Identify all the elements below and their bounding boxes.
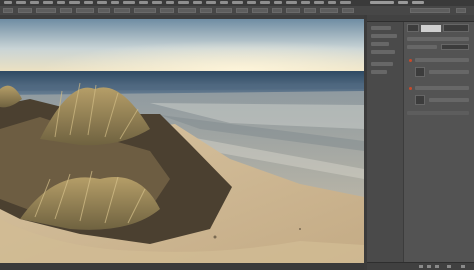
panel-field[interactable] bbox=[441, 44, 469, 50]
tool-preset-button[interactable] bbox=[3, 8, 13, 13]
menu-item[interactable] bbox=[412, 1, 424, 4]
menu-item[interactable] bbox=[193, 1, 202, 4]
menu-item[interactable] bbox=[220, 1, 228, 4]
layer-thumbnail[interactable] bbox=[421, 25, 441, 32]
layer-row[interactable] bbox=[407, 111, 469, 115]
menu-item[interactable] bbox=[286, 1, 297, 4]
menu-item[interactable] bbox=[139, 1, 148, 4]
menu-item[interactable] bbox=[232, 1, 243, 4]
option-control[interactable] bbox=[18, 8, 32, 13]
panel-icon[interactable] bbox=[371, 50, 395, 54]
option-control[interactable] bbox=[134, 8, 156, 13]
option-control[interactable] bbox=[98, 8, 110, 13]
menu-item[interactable] bbox=[301, 1, 310, 4]
menu-item[interactable] bbox=[152, 1, 162, 4]
option-control[interactable] bbox=[304, 8, 316, 13]
menu-item[interactable] bbox=[274, 1, 282, 4]
menu-item[interactable] bbox=[166, 1, 174, 4]
panel-icon[interactable] bbox=[371, 42, 389, 46]
canvas-image bbox=[0, 19, 364, 265]
menu-item[interactable] bbox=[178, 1, 189, 4]
menu-item[interactable] bbox=[57, 1, 65, 4]
panel-icon[interactable] bbox=[371, 62, 393, 66]
option-control[interactable] bbox=[320, 8, 338, 13]
menu-item[interactable] bbox=[247, 1, 256, 4]
menu-item[interactable] bbox=[398, 1, 408, 4]
menu-item[interactable] bbox=[97, 1, 107, 4]
panel-icon[interactable] bbox=[371, 34, 397, 38]
menu-item[interactable] bbox=[4, 1, 12, 4]
panel-header-field[interactable] bbox=[407, 24, 419, 32]
menu-item[interactable] bbox=[84, 1, 93, 4]
menu-item[interactable] bbox=[30, 1, 39, 4]
menu-item[interactable] bbox=[16, 1, 26, 4]
menu-item[interactable] bbox=[43, 1, 53, 4]
layer-row[interactable] bbox=[429, 98, 469, 102]
panel-footer bbox=[367, 262, 474, 270]
panel-row[interactable] bbox=[407, 37, 469, 41]
fx-icon[interactable] bbox=[419, 265, 423, 268]
layer-thumbnail[interactable] bbox=[415, 67, 425, 77]
layer-row[interactable] bbox=[415, 86, 469, 90]
menu-item[interactable] bbox=[111, 1, 119, 4]
layer-row[interactable] bbox=[415, 58, 469, 62]
option-control[interactable] bbox=[36, 8, 56, 13]
right-panel-dock bbox=[367, 15, 474, 270]
option-control[interactable] bbox=[60, 8, 72, 13]
visibility-icon[interactable] bbox=[409, 59, 412, 62]
search-icon[interactable] bbox=[456, 8, 466, 13]
option-control[interactable] bbox=[76, 8, 94, 13]
option-control[interactable] bbox=[252, 8, 268, 13]
collapsed-panel-column bbox=[367, 22, 404, 262]
panel-tab-row[interactable] bbox=[367, 15, 474, 22]
visibility-icon[interactable] bbox=[409, 87, 412, 90]
panel-row[interactable] bbox=[407, 45, 437, 49]
option-control[interactable] bbox=[200, 8, 212, 13]
new-layer-icon[interactable] bbox=[447, 265, 451, 268]
option-control[interactable] bbox=[286, 8, 300, 13]
option-control[interactable] bbox=[114, 8, 130, 13]
option-control[interactable] bbox=[178, 8, 196, 13]
panel-icon[interactable] bbox=[371, 70, 387, 74]
folder-icon[interactable] bbox=[435, 265, 439, 268]
panel-icon[interactable] bbox=[371, 26, 391, 30]
panel-header-field[interactable] bbox=[443, 24, 469, 32]
option-control[interactable] bbox=[342, 8, 354, 13]
option-control[interactable] bbox=[272, 8, 282, 13]
menu-item[interactable] bbox=[340, 1, 351, 4]
workspace-switcher[interactable] bbox=[410, 8, 450, 13]
mask-icon[interactable] bbox=[427, 265, 431, 268]
trash-icon[interactable] bbox=[461, 265, 465, 268]
menu-item[interactable] bbox=[69, 1, 80, 4]
menu-item[interactable] bbox=[314, 1, 324, 4]
option-control[interactable] bbox=[236, 8, 248, 13]
document-canvas[interactable] bbox=[0, 19, 364, 265]
layer-row[interactable] bbox=[429, 70, 469, 74]
menu-item[interactable] bbox=[328, 1, 336, 4]
menu-item[interactable] bbox=[260, 1, 270, 4]
option-control[interactable] bbox=[216, 8, 232, 13]
menu-item[interactable] bbox=[123, 1, 135, 4]
status-bar bbox=[0, 263, 366, 270]
menu-item[interactable] bbox=[370, 1, 394, 4]
option-control[interactable] bbox=[160, 8, 174, 13]
menu-item[interactable] bbox=[206, 1, 216, 4]
layer-thumbnail[interactable] bbox=[415, 95, 425, 105]
